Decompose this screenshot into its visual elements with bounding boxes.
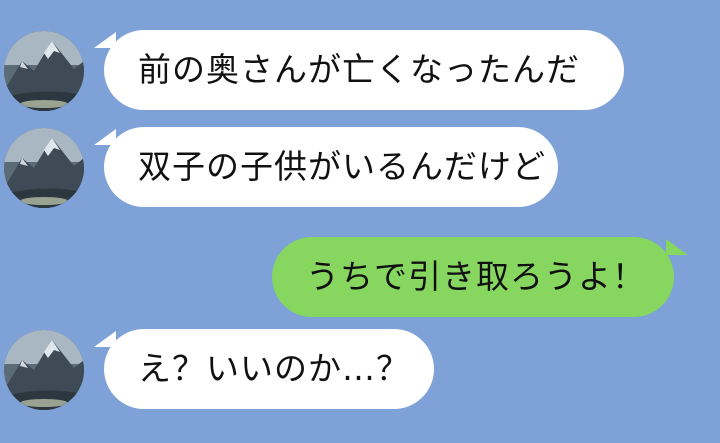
message-text: え？いいのか…？	[138, 349, 410, 388]
bubble-tail	[666, 239, 688, 255]
chat-view: 前の奥さんが亡くなったんだ 双子の子供がいるんだけど うちで引き取ろうよ！ え？…	[0, 0, 720, 443]
message-bubble-incoming[interactable]: 前の奥さんが亡くなったんだ	[104, 30, 624, 110]
message-text: 前の奥さんが亡くなったんだ	[138, 50, 580, 89]
message-text: うちで引き取ろうよ！	[306, 257, 646, 296]
mountain-avatar-icon[interactable]	[4, 330, 84, 410]
message-bubble-incoming[interactable]: 双子の子供がいるんだけど	[104, 127, 558, 207]
mountain-avatar-icon[interactable]	[4, 31, 84, 111]
mountain-avatar-icon[interactable]	[4, 128, 84, 208]
message-bubble-incoming[interactable]: え？いいのか…？	[104, 329, 434, 409]
message-text: 双子の子供がいるんだけど	[138, 147, 546, 186]
message-bubble-outgoing[interactable]: うちで引き取ろうよ！	[272, 237, 674, 317]
